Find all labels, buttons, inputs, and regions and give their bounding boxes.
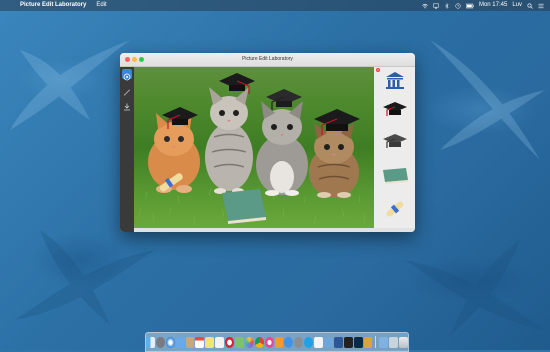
dock-separator bbox=[375, 336, 377, 348]
mail-icon[interactable] bbox=[175, 336, 185, 348]
graduation-cap-icon[interactable] bbox=[382, 101, 408, 119]
timemachine-icon[interactable] bbox=[455, 2, 461, 9]
documents-stack-icon[interactable] bbox=[389, 336, 399, 348]
user-name[interactable]: Luv bbox=[512, 0, 522, 11]
book-icon[interactable] bbox=[381, 167, 409, 185]
appstore-icon[interactable] bbox=[284, 336, 294, 348]
window-titlebar[interactable]: Picture Edit Laboratory bbox=[120, 53, 415, 67]
museum-building-icon[interactable] bbox=[384, 70, 406, 90]
window-minimize-button[interactable] bbox=[132, 57, 137, 62]
window-maximize-button[interactable] bbox=[139, 57, 144, 62]
download-tool[interactable] bbox=[122, 99, 132, 111]
notes-icon[interactable] bbox=[205, 336, 215, 348]
maps-icon[interactable] bbox=[235, 336, 244, 348]
terminal-icon[interactable] bbox=[343, 336, 353, 348]
pen-tool[interactable] bbox=[122, 84, 132, 96]
menu-bar: Picture Edit Laboratory Edit Mon 17:45 L… bbox=[0, 0, 550, 11]
app-window: Picture Edit Laboratory × bbox=[120, 53, 415, 232]
kitten-brown-tabby bbox=[309, 123, 359, 198]
pen-icon bbox=[123, 89, 130, 96]
dock bbox=[145, 332, 409, 352]
tool-sidebar bbox=[120, 67, 134, 232]
graduation-cap-icon[interactable] bbox=[219, 73, 255, 94]
download-icon bbox=[124, 103, 130, 111]
word-icon[interactable] bbox=[333, 336, 343, 348]
reminders-icon[interactable] bbox=[215, 336, 225, 348]
downloads-stack-icon[interactable] bbox=[379, 336, 389, 348]
palm-leaf-pattern bbox=[10, 40, 130, 130]
spotlight-search-icon[interactable] bbox=[527, 2, 533, 9]
wifi-icon[interactable] bbox=[422, 3, 428, 9]
finder-icon[interactable] bbox=[145, 336, 155, 348]
photos-icon[interactable] bbox=[244, 336, 254, 348]
menu-edit[interactable]: Edit bbox=[96, 0, 106, 11]
notification-center-icon[interactable] bbox=[538, 3, 544, 9]
kittens-photo bbox=[138, 73, 366, 226]
battery-icon[interactable] bbox=[466, 3, 474, 9]
calendar-icon[interactable] bbox=[195, 336, 205, 348]
picture-edit-lab-icon[interactable] bbox=[363, 336, 373, 348]
target-icon bbox=[123, 73, 131, 81]
palm-leaf-pattern bbox=[430, 40, 545, 160]
system-preferences-icon[interactable] bbox=[294, 336, 304, 348]
chrome-icon[interactable] bbox=[254, 336, 264, 348]
window-title: Picture Edit Laboratory bbox=[242, 56, 293, 62]
trash-icon[interactable] bbox=[399, 336, 409, 348]
bluetooth-icon[interactable] bbox=[444, 2, 450, 9]
status-area: Mon 17:45 Luv bbox=[422, 0, 544, 11]
select-tool[interactable] bbox=[122, 69, 132, 81]
window-close-button[interactable] bbox=[125, 57, 130, 62]
itunes-icon[interactable] bbox=[264, 336, 274, 348]
safari-icon[interactable] bbox=[165, 336, 175, 348]
ibooks-icon[interactable] bbox=[274, 336, 284, 348]
sticker-tray: × bbox=[375, 67, 415, 228]
window-footer bbox=[134, 228, 415, 232]
palm-leaf-pattern bbox=[405, 240, 545, 335]
diploma-scroll-icon[interactable] bbox=[383, 197, 407, 221]
tray-close-icon[interactable]: × bbox=[376, 68, 380, 72]
clock[interactable]: Mon 17:45 bbox=[479, 0, 507, 11]
skype-icon[interactable] bbox=[304, 336, 314, 348]
contacts-icon[interactable] bbox=[185, 336, 195, 348]
photoshop-icon[interactable] bbox=[353, 336, 363, 348]
photo-canvas[interactable] bbox=[134, 67, 374, 228]
kitten-gray-tabby bbox=[205, 87, 253, 194]
airplay-icon[interactable] bbox=[433, 3, 439, 9]
palm-leaf-pattern bbox=[15, 230, 155, 325]
kitten-gray-white bbox=[256, 101, 308, 196]
book-icon[interactable] bbox=[222, 189, 266, 224]
app-menu[interactable]: Picture Edit Laboratory bbox=[20, 0, 86, 11]
opera-icon[interactable] bbox=[225, 336, 234, 348]
launchpad-icon[interactable] bbox=[155, 336, 165, 348]
graduation-cap-icon[interactable] bbox=[382, 133, 408, 151]
textedit-icon[interactable] bbox=[314, 336, 324, 348]
preview-icon[interactable] bbox=[324, 336, 333, 348]
